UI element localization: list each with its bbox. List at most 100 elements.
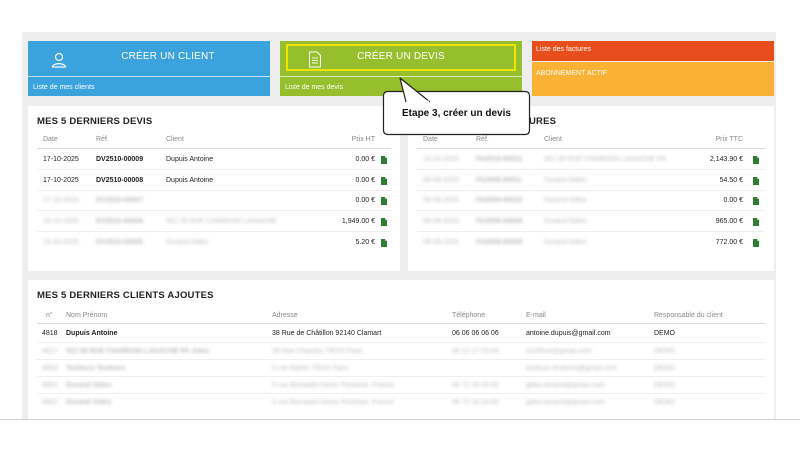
row-email[interactable]: sci28rue@gmail.com — [526, 348, 591, 355]
row-address: 28 Rue Chardon 75016 Paris — [272, 348, 363, 355]
row-price: 0.00 € — [355, 156, 375, 163]
last-quotes-panel: MES 5 DERNIERS DEVIS Date Réf. Client Pr… — [28, 106, 400, 271]
create-client-tile[interactable]: CRÉER UN CLIENT Liste de mes clients — [28, 41, 270, 96]
pdf-file-icon[interactable] — [381, 177, 387, 185]
subscription-status: ABONNEMENT ACTIF — [536, 70, 608, 77]
row-name[interactable]: Testeurs Testeurs — [66, 365, 125, 372]
row-address: 38 Rue de Châtillon 92140 Clamart — [272, 330, 382, 337]
row-ref[interactable]: DV2510-00005 — [96, 239, 143, 246]
row-date: 17-10-2025 — [43, 177, 79, 184]
subscription-tile: ABONNEMENT ACTIF — [532, 62, 774, 96]
row-email[interactable]: gilles.durand@gmail.com — [526, 399, 605, 406]
row-manager: DEMO — [654, 382, 675, 389]
row-divider — [37, 210, 391, 211]
row-manager: DEMO — [654, 330, 675, 337]
row-ref[interactable]: DV2510-00006 — [96, 218, 143, 225]
row-name[interactable]: Durand Gilles — [66, 399, 112, 406]
row-price: 1,949.00 € — [341, 218, 375, 225]
row-num: 4803 — [42, 365, 58, 372]
row-date: 15-10-2025 — [43, 239, 79, 246]
row-client[interactable]: Durand Gilles — [544, 177, 586, 184]
col-address: Adresse — [272, 312, 298, 319]
pdf-file-icon[interactable] — [753, 239, 759, 247]
row-client[interactable]: Durand Gilles — [166, 239, 208, 246]
row-ref[interactable]: FA2509-00008 — [476, 239, 522, 246]
pdf-file-icon[interactable] — [753, 177, 759, 185]
col-client: Client — [166, 136, 184, 143]
row-num: 4801 — [42, 399, 58, 406]
pdf-file-icon[interactable] — [381, 218, 387, 226]
header-divider — [37, 323, 765, 324]
row-price: 0.00 € — [723, 197, 743, 204]
pdf-file-icon[interactable] — [753, 218, 759, 226]
quote-list-link[interactable]: Liste de mes devis — [285, 84, 343, 91]
row-divider — [37, 190, 391, 191]
row-client[interactable]: SCI 28 RUE CHARDON LAGACHE PA — [544, 156, 666, 163]
row-ref[interactable]: DV2510-00008 — [96, 177, 143, 184]
row-client[interactable]: Durand Gilles — [544, 239, 586, 246]
pdf-file-icon[interactable] — [381, 156, 387, 164]
create-quote-label[interactable]: CRÉER UN DEVIS — [288, 51, 514, 62]
row-price: 5.20 € — [355, 239, 375, 246]
row-client[interactable]: Dupuis Antoine — [166, 156, 213, 163]
invoice-list-link[interactable]: Liste des factures — [536, 46, 591, 53]
row-ref[interactable]: FA2510-00012 — [476, 156, 522, 163]
row-client[interactable]: Durand Gilles — [544, 197, 586, 204]
header-divider — [37, 148, 391, 149]
col-client: Client — [544, 136, 562, 143]
row-num: 4818 — [42, 330, 58, 337]
col-date: Date — [423, 136, 438, 143]
row-price: 54.50 € — [719, 177, 743, 184]
row-divider — [37, 393, 765, 394]
row-client[interactable]: Durand Gilles — [544, 218, 586, 225]
row-divider — [37, 231, 391, 232]
invoices-tile[interactable]: Liste des factures — [532, 41, 774, 61]
row-divider — [417, 231, 765, 232]
col-price: Prix TTC — [715, 136, 743, 143]
row-ref[interactable]: FA2509-00011 — [476, 177, 522, 184]
row-name[interactable]: Dupuis Antoine — [66, 330, 117, 337]
col-manager: Responsable du client — [654, 312, 723, 319]
row-email[interactable]: antoine.dupuis@gmail.com — [526, 330, 611, 337]
row-manager: DEMO — [654, 399, 675, 406]
col-name: Nom Prénom — [66, 312, 108, 319]
pdf-file-icon[interactable] — [753, 156, 759, 164]
create-quote-highlight[interactable]: CRÉER UN DEVIS — [286, 44, 516, 71]
row-client[interactable]: Dupuis Antoine — [166, 177, 213, 184]
pdf-file-icon[interactable] — [381, 239, 387, 247]
panel-title: MES 5 DERNIERS DEVIS — [37, 116, 153, 127]
row-phone: 06 72 18 03 00 — [452, 382, 499, 389]
client-list-link[interactable]: Liste de mes clients — [33, 84, 94, 91]
create-client-label[interactable]: CRÉER UN CLIENT — [66, 51, 270, 62]
step-callout: Etape 3, créer un devis — [382, 77, 531, 136]
pdf-file-icon[interactable] — [381, 197, 387, 205]
row-ref[interactable]: FA2509-00010 — [476, 197, 522, 204]
row-num: 4802 — [42, 382, 58, 389]
col-email: E-mail — [526, 312, 546, 319]
row-ref[interactable]: FA2509-00009 — [476, 218, 522, 225]
pdf-file-icon[interactable] — [753, 197, 759, 205]
row-address: 5 rue Martin 75010 Paris — [272, 365, 349, 372]
row-name[interactable]: Durand Gilles — [66, 382, 112, 389]
col-price: Prix HT — [351, 136, 375, 143]
row-email[interactable]: testeurs.testeurs@gmail.com — [526, 365, 617, 372]
row-client[interactable]: SCI 28 RUE CHARDON LAGACHE — [166, 218, 277, 225]
row-phone: 06 72 18 03 00 — [452, 399, 499, 406]
row-divider — [37, 342, 765, 343]
row-phone: 06 06 06 06 06 — [452, 330, 499, 337]
row-num: 4817 — [42, 348, 58, 355]
row-price: 772.00 € — [715, 239, 743, 246]
last-clients-panel: MES 5 DERNIERS CLIENTS AJOUTES n° Nom Pr… — [28, 280, 774, 420]
row-address: 5 rue Bernadet Dorez Pontoise, France — [272, 382, 394, 389]
col-num: n° — [46, 312, 53, 319]
row-date: 17-10-2025 — [43, 156, 79, 163]
row-ref[interactable]: DV2510-00007 — [96, 197, 143, 204]
panel-title: URES — [529, 116, 557, 127]
row-date: 16-10-2025 — [43, 218, 79, 225]
row-divider — [37, 376, 765, 377]
row-phone: 06 12 17 03 04 — [452, 348, 499, 355]
row-email[interactable]: gilles.durand@gmail.com — [526, 382, 605, 389]
row-manager: DEMO — [654, 365, 675, 372]
row-ref[interactable]: DV2510-00009 — [96, 156, 143, 163]
row-name[interactable]: SCI 28 RUE CHARDON LAGACHE PA Jules — [66, 348, 209, 355]
